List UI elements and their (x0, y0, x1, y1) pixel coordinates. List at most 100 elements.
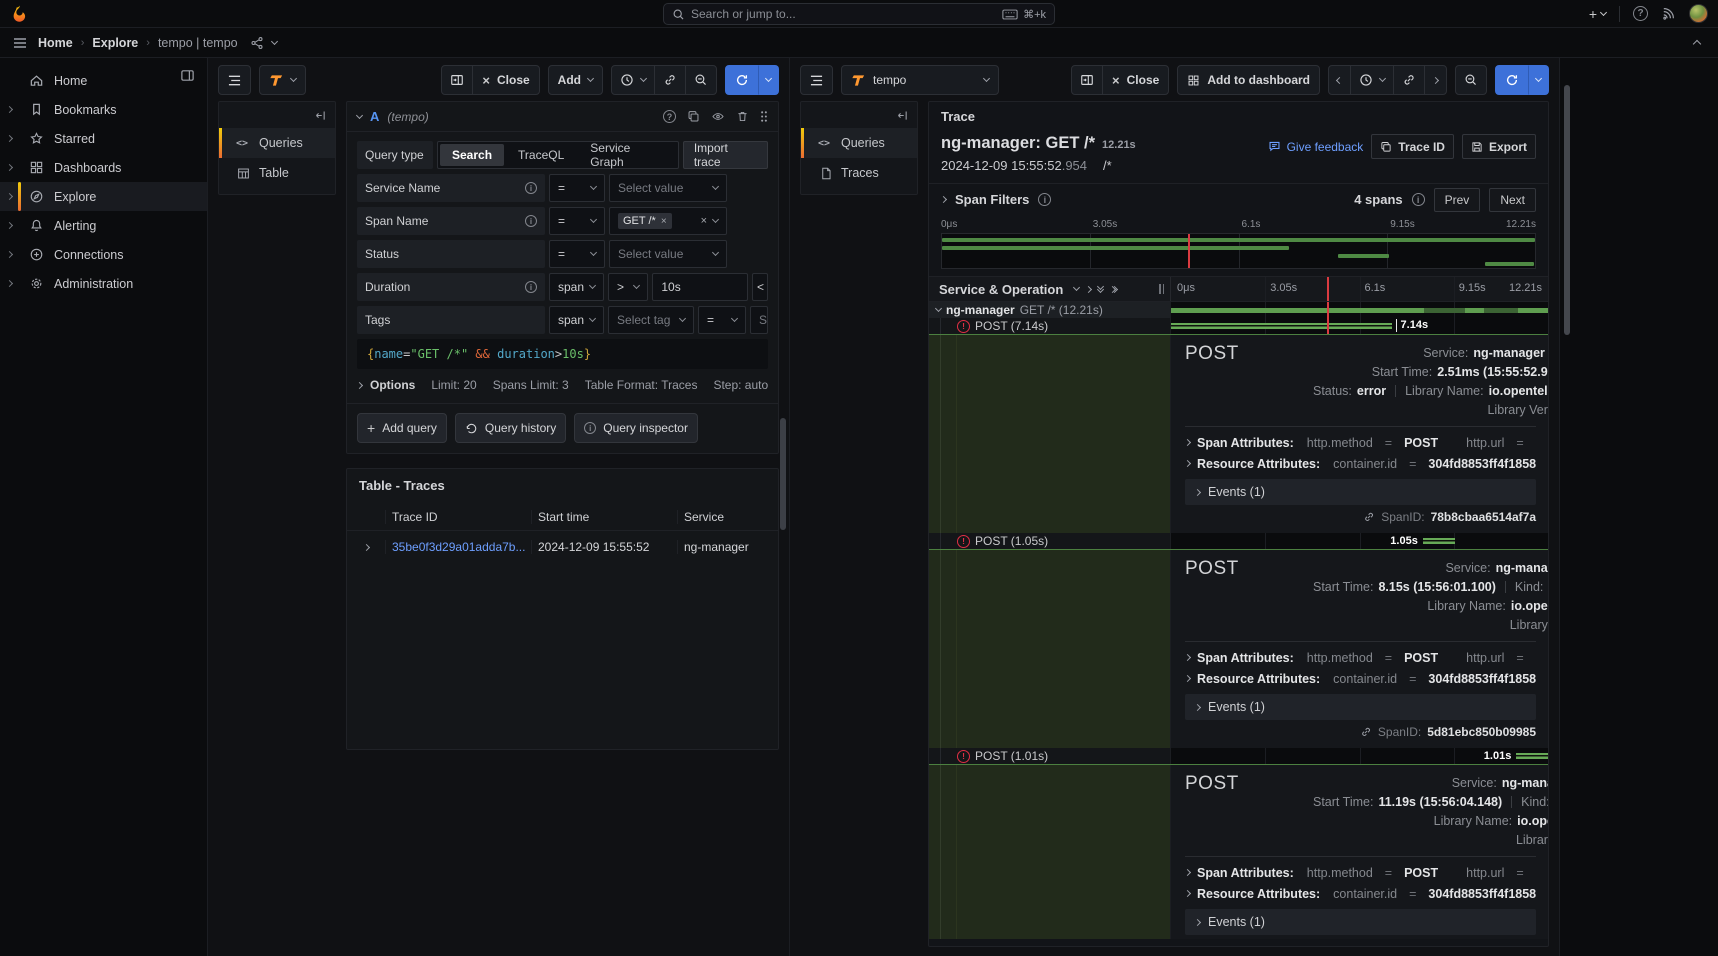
time-picker-button-right[interactable] (1350, 65, 1394, 95)
add-query-button[interactable]: +Add query (357, 413, 447, 443)
query-ref[interactable]: A (370, 109, 379, 124)
link-button-left[interactable] (654, 65, 686, 95)
datasource-picker-left[interactable] (259, 65, 306, 95)
left-nav-table[interactable]: Table (219, 158, 335, 188)
service-name-op-select[interactable]: = (549, 174, 605, 202)
split-view-button-left[interactable] (441, 65, 473, 95)
zoom-out-button-right[interactable] (1455, 65, 1487, 95)
breadcrumb-home[interactable]: Home (38, 36, 73, 50)
query-rows-toggle-button-right[interactable] (800, 65, 833, 95)
expand-row-icon[interactable] (362, 543, 369, 550)
collapse-all-icon[interactable] (1098, 287, 1103, 292)
prev-span-button[interactable]: Prev (1434, 188, 1481, 212)
expand-one-icon[interactable] (1086, 287, 1091, 292)
query-inspector-button[interactable]: iQuery inspector (574, 413, 698, 443)
resource-attributes-row[interactable]: Resource Attributes:container.id=304fd88… (1185, 453, 1536, 474)
span-bar[interactable] (1171, 323, 1392, 329)
sidebar-item-bookmarks[interactable]: Bookmarks (0, 95, 207, 124)
span-name-op-select[interactable]: = (549, 207, 605, 235)
span-name-chip[interactable]: GET /*× (618, 213, 672, 229)
left-pane-scrollbar[interactable] (780, 418, 786, 530)
collapse-query-icon[interactable] (356, 111, 363, 118)
time-picker-button-left[interactable] (611, 65, 655, 95)
drag-handle-icon[interactable] (760, 110, 768, 123)
add-to-dashboard-button[interactable]: Add to dashboard (1177, 65, 1320, 95)
collapse-one-icon[interactable] (1074, 288, 1079, 290)
span-attributes-row[interactable]: Span Attributes:http.method=POSThttp.url… (1185, 862, 1536, 883)
span-row-post-2[interactable]: !POST (1.05s) 1.05s (929, 533, 1548, 549)
left-nav-queries[interactable]: <> Queries (219, 128, 335, 158)
breadcrumb-explore[interactable]: Explore (92, 36, 138, 50)
help-icon[interactable]: ? (1633, 6, 1648, 21)
status-value-select[interactable]: Select value (609, 240, 727, 268)
span-attributes-row[interactable]: Span Attributes:http.method=POSThttp.url… (1185, 432, 1536, 453)
tags-value-select[interactable]: Select va (750, 306, 768, 334)
copy-query-icon[interactable] (687, 110, 700, 123)
span-row-root[interactable]: ng-managerGET /* (12.21s) (929, 302, 1548, 318)
sidebar-item-administration[interactable]: Administration (0, 269, 207, 298)
tags-op-select[interactable]: = (698, 306, 746, 334)
sidebar-item-starred[interactable]: Starred (0, 124, 207, 153)
link-icon[interactable] (1360, 726, 1372, 738)
span-name-value-select[interactable]: GET /*× × (609, 207, 727, 235)
expand-filters-icon[interactable] (940, 196, 947, 203)
news-icon[interactable] (1661, 6, 1676, 21)
span-attributes-row[interactable]: Span Attributes:http.method=POSThttp.url… (1185, 647, 1536, 668)
sidebar-item-explore[interactable]: Explore (0, 182, 207, 211)
clear-icon[interactable]: × (701, 215, 707, 227)
grafana-logo[interactable] (10, 4, 29, 23)
service-name-value-select[interactable]: Select value (609, 174, 727, 202)
collapse-nav-icon-left[interactable] (314, 109, 327, 122)
sidebar-item-home[interactable]: Home (0, 66, 207, 95)
col-trace-id[interactable]: Trace ID (385, 510, 531, 524)
events-row[interactable]: Events (1) (1185, 909, 1536, 935)
link-icon[interactable] (1363, 511, 1375, 523)
duration-scope-select[interactable]: span (549, 273, 604, 301)
status-op-select[interactable]: = (549, 240, 605, 268)
query-rows-toggle-button[interactable] (218, 65, 251, 95)
span-row-post-3[interactable]: !POST (1.01s) 1.01s (929, 748, 1548, 764)
user-avatar[interactable] (1689, 4, 1708, 23)
table-row[interactable]: 35be0f3d29a01adda7b... 2024-12-09 15:55:… (347, 530, 778, 563)
span-bar[interactable] (1516, 753, 1547, 759)
col-start-time[interactable]: Start time (531, 510, 677, 524)
events-row[interactable]: Events (1) (1185, 694, 1536, 720)
tab-service-graph[interactable]: Service Graph (578, 144, 676, 166)
give-feedback-link[interactable]: Give feedback (1268, 140, 1364, 154)
refresh-button-right[interactable] (1495, 65, 1529, 95)
menu-icon[interactable] (12, 35, 28, 51)
minimap-canvas[interactable] (941, 233, 1536, 269)
sidebar-item-connections[interactable]: Connections (0, 240, 207, 269)
col-service[interactable]: Service (677, 510, 778, 524)
import-trace-button[interactable]: Import trace (683, 141, 768, 169)
delete-query-icon[interactable] (736, 110, 749, 123)
split-view-button-right[interactable] (1071, 65, 1103, 95)
tab-search[interactable]: Search (440, 144, 504, 166)
trace-id-button[interactable]: Trace ID (1371, 134, 1454, 159)
remove-chip-icon[interactable]: × (661, 216, 667, 227)
trace-id-link[interactable]: 35be0f3d29a01adda7b... (392, 540, 525, 554)
right-nav-traces[interactable]: Traces (801, 158, 917, 188)
span-bar[interactable] (1423, 538, 1455, 544)
close-pane-button-right[interactable]: ×Close (1102, 65, 1169, 95)
tab-traceql[interactable]: TraceQL (506, 144, 576, 166)
resource-attributes-row[interactable]: Resource Attributes:container.id=304fd88… (1185, 668, 1536, 689)
add-menu-button[interactable]: + (1589, 6, 1606, 22)
zoom-out-button-left[interactable] (685, 65, 717, 95)
events-row[interactable]: Events (1) (1185, 479, 1536, 505)
link-button-right[interactable] (1393, 65, 1425, 95)
tags-scope-select[interactable]: span (549, 306, 604, 334)
refresh-interval-chevron[interactable] (758, 65, 779, 95)
datasource-picker-right[interactable]: tempo (841, 65, 999, 95)
column-resize-handle[interactable] (1159, 284, 1164, 294)
breadcrumb-chevron-icon[interactable] (271, 37, 278, 44)
add-button-left[interactable]: Add (548, 65, 603, 95)
query-help-icon[interactable]: ? (663, 110, 676, 123)
search-input[interactable]: Search or jump to... ⌘+k (663, 3, 1055, 25)
expand-all-icon[interactable] (1110, 287, 1117, 292)
refresh-button-left[interactable] (725, 65, 759, 95)
page-scrollbar[interactable] (1564, 85, 1570, 335)
hide-query-icon[interactable] (711, 110, 725, 123)
refresh-interval-chevron-right[interactable] (1528, 65, 1549, 95)
collapse-top-icon[interactable] (1693, 40, 1701, 48)
